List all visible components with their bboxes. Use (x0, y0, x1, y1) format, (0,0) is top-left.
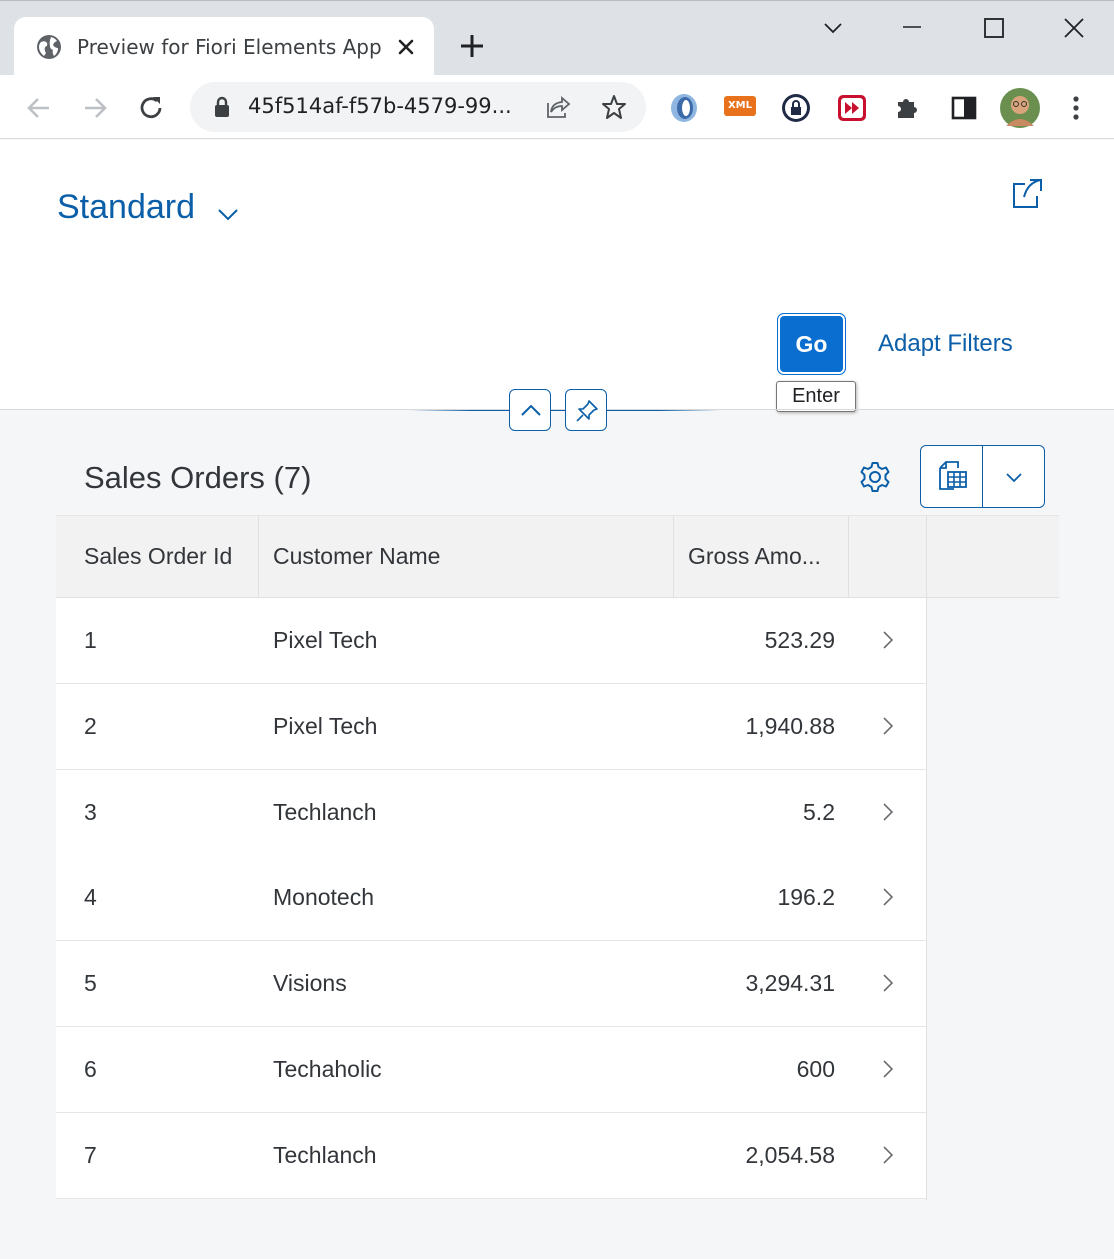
cell-sales-order-id: 2 (84, 713, 97, 739)
share-page-icon[interactable] (544, 93, 572, 121)
browser-toolbar: 45f514af-f57b-4579-99... XML (0, 75, 1114, 139)
cell-customer-name: Pixel Tech (273, 627, 378, 653)
share-icon[interactable] (1010, 176, 1044, 210)
table-filler-separator (926, 515, 927, 1200)
password-manager-icon[interactable] (780, 92, 812, 124)
cell-sales-order-id: 5 (84, 970, 97, 996)
reload-icon[interactable] (136, 93, 166, 123)
chevron-down-icon[interactable] (818, 13, 848, 43)
browser-tab[interactable]: Preview for Fiori Elements App (14, 17, 434, 76)
url-text: 45f514af-f57b-4579-99... (248, 94, 512, 118)
table-row[interactable]: 1 Pixel Tech 523.29 (56, 598, 926, 684)
cell-sales-order-id: 6 (84, 1056, 97, 1082)
export-to-spreadsheet-button[interactable] (921, 446, 983, 507)
chevron-down-icon (1006, 473, 1022, 483)
table-row[interactable]: 7 Techlanch 2,054.58 (56, 1113, 926, 1199)
extensions-puzzle-icon[interactable] (892, 92, 924, 124)
lock-icon[interactable] (212, 96, 232, 118)
menu-kebab-icon[interactable] (1060, 92, 1092, 124)
chevron-right-icon[interactable] (876, 1057, 900, 1081)
cell-customer-name: Visions (273, 970, 347, 996)
pin-icon (576, 400, 598, 422)
chevron-up-icon (521, 404, 541, 416)
adapt-filters-button[interactable]: Adapt Filters (878, 330, 1013, 358)
xml-viewer-icon[interactable]: XML (724, 96, 756, 116)
chevron-right-icon[interactable] (876, 1143, 900, 1167)
chevron-right-icon[interactable] (876, 800, 900, 824)
side-panel-icon[interactable] (948, 92, 980, 124)
back-arrow-icon[interactable] (24, 93, 54, 123)
new-tab-icon[interactable] (458, 32, 486, 60)
cell-gross-amount: 196.2 (777, 884, 835, 910)
minimize-icon[interactable] (897, 13, 927, 43)
cell-sales-order-id: 7 (84, 1142, 97, 1168)
chevron-right-icon[interactable] (876, 885, 900, 909)
table-row[interactable]: 6 Techaholic 600 (56, 1027, 926, 1113)
profile-avatar[interactable] (1000, 88, 1040, 128)
maximize-icon[interactable] (979, 13, 1009, 43)
export-button-group (920, 445, 1045, 508)
chevron-down-icon[interactable] (216, 202, 240, 226)
browser-titlebar: Preview for Fiori Elements App (0, 0, 1114, 76)
cell-gross-amount: 523.29 (764, 627, 835, 653)
cell-customer-name: Monotech (273, 884, 375, 910)
table-row[interactable]: 4 Monotech 196.2 (56, 855, 926, 941)
export-options-button[interactable] (984, 446, 1044, 507)
column-header-sales-order-id[interactable]: Sales Order Id (84, 516, 232, 598)
table-header-row: Sales Order Id Customer Name Gross Amo..… (56, 515, 1059, 598)
spreadsheet-icon (939, 461, 967, 490)
cell-customer-name: Techaholic (273, 1056, 382, 1082)
cell-gross-amount: 1,940.88 (745, 713, 835, 739)
cell-gross-amount: 2,054.58 (745, 1142, 835, 1168)
cell-customer-name: Techlanch (273, 799, 377, 825)
cell-gross-amount: 3,294.31 (745, 970, 835, 996)
table-row[interactable]: 2 Pixel Tech 1,940.88 (56, 684, 926, 770)
chevron-right-icon[interactable] (876, 971, 900, 995)
cell-gross-amount: 600 (796, 1056, 835, 1082)
column-separator (258, 516, 259, 598)
variant-management-title[interactable]: Standard (57, 188, 195, 227)
page-header: Standard Go Adapt Filters Enter (0, 140, 1114, 412)
close-icon[interactable] (394, 35, 418, 59)
chevron-right-icon[interactable] (876, 714, 900, 738)
cell-sales-order-id: 3 (84, 799, 97, 825)
tooltip: Enter (776, 381, 856, 412)
table-row[interactable]: 3 Techlanch 5.2 (56, 770, 926, 856)
table-title: Sales Orders (7) (84, 460, 312, 495)
cell-gross-amount: 5.2 (803, 799, 835, 825)
forward-arrow-icon[interactable] (80, 93, 110, 123)
tab-title: Preview for Fiori Elements App (77, 35, 382, 59)
chevron-right-icon[interactable] (876, 628, 900, 652)
gear-icon[interactable] (858, 460, 892, 494)
table-row[interactable]: 5 Visions 3,294.31 (56, 941, 926, 1027)
column-header-gross-amount[interactable]: Gross Amo... (688, 516, 821, 598)
column-separator (673, 516, 674, 598)
address-bar[interactable]: 45f514af-f57b-4579-99... (190, 82, 646, 132)
cell-customer-name: Techlanch (273, 1142, 377, 1168)
cell-sales-order-id: 1 (84, 627, 97, 653)
collapse-header-button[interactable] (509, 389, 551, 431)
video-speed-icon[interactable] (836, 92, 868, 124)
cell-sales-order-id: 4 (84, 884, 97, 910)
pin-header-button[interactable] (565, 389, 607, 431)
column-separator (848, 516, 849, 598)
go-button[interactable]: Go (777, 313, 846, 375)
sales-orders-table: Sales Orders (7) Sales Order Id Customer… (56, 440, 1059, 1200)
column-header-customer-name[interactable]: Customer Name (273, 516, 440, 598)
globe-icon (37, 35, 61, 59)
sapui5-inspector-icon[interactable] (668, 92, 700, 124)
bookmark-star-icon[interactable] (600, 93, 628, 121)
cell-customer-name: Pixel Tech (273, 713, 378, 739)
window-close-icon[interactable] (1059, 13, 1089, 43)
